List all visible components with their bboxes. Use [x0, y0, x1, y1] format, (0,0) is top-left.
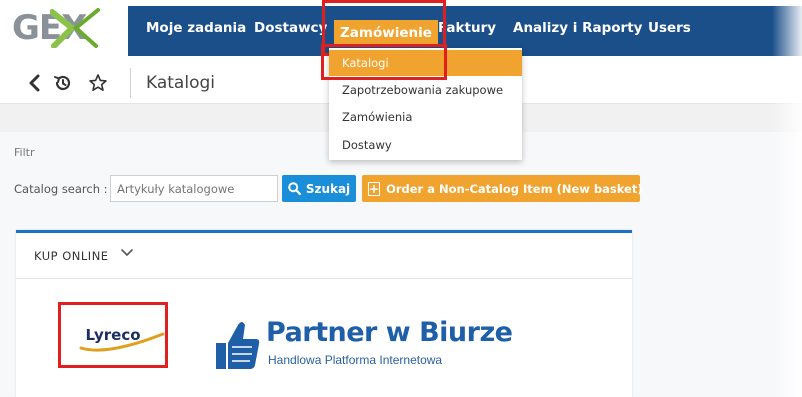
plus-square-icon: +	[368, 181, 381, 196]
lyreco-logo: Lyreco	[79, 326, 165, 352]
nav-item-dostawcy[interactable]: Dostawcy	[254, 16, 327, 40]
nav-item-moje-zadania[interactable]: Moje zadania	[146, 16, 246, 40]
partner-logo-subtitle: Handlowa Platforma Internetowa	[268, 353, 443, 367]
menu-item-zapotrzebowania-zakupowe[interactable]: Zapotrzebowania zakupowe	[329, 77, 522, 103]
menu-item-zamowienia[interactable]: Zamówienia	[329, 104, 522, 130]
nav-item-zamowienie[interactable]: Zamówienie	[334, 20, 438, 46]
panel-title: KUP ONLINE	[34, 249, 109, 263]
partner-w-biurze-catalog-link[interactable]: Partner w Biurze Handlowa Platforma Inte…	[214, 317, 534, 377]
nav-item-analizy-i-raporty[interactable]: Analizy i Raporty	[513, 16, 642, 40]
catalog-search-input[interactable]	[110, 175, 278, 202]
page-title: Katalogi	[146, 73, 215, 93]
back-chevron-icon[interactable]	[22, 62, 46, 104]
menu-item-katalogi[interactable]: Katalogi	[329, 50, 522, 76]
filter-label: Filtr	[14, 146, 35, 159]
lyreco-swoosh-icon	[79, 332, 165, 352]
history-icon[interactable]	[50, 62, 76, 104]
panel-header[interactable]: KUP ONLINE	[16, 233, 632, 279]
chevron-down-icon[interactable]	[120, 247, 134, 259]
gex-x-logo-icon	[50, 8, 100, 48]
catalog-search-label: Catalog search :	[14, 182, 108, 196]
nav-item-faktury[interactable]: Faktury	[438, 16, 496, 40]
nav-item-users[interactable]: Users	[648, 16, 691, 40]
zamowienie-dropdown-menu: Katalogi Zapotrzebowania zakupowe Zamówi…	[329, 48, 522, 160]
star-icon[interactable]	[86, 62, 110, 104]
order-button-label: Order a Non-Catalog Item (New basket)	[386, 181, 643, 196]
breadcrumb-divider	[130, 68, 131, 98]
app-logo[interactable]: GEX	[0, 0, 128, 56]
lyreco-catalog-link[interactable]: Lyreco	[58, 302, 168, 368]
order-non-catalog-button[interactable]: + Order a Non-Catalog Item (New basket)	[362, 175, 643, 202]
search-button-label: Szukaj	[305, 181, 351, 196]
search-icon	[288, 182, 301, 195]
partner-logo-title: Partner w Biurze	[266, 317, 513, 348]
catalog-panel: KUP ONLINE Lyreco Partner w Biurze Handl…	[16, 230, 632, 397]
thumbs-up-icon	[216, 322, 260, 369]
search-button[interactable]: Szukaj	[282, 175, 356, 202]
menu-item-dostawy[interactable]: Dostawy	[329, 132, 522, 158]
